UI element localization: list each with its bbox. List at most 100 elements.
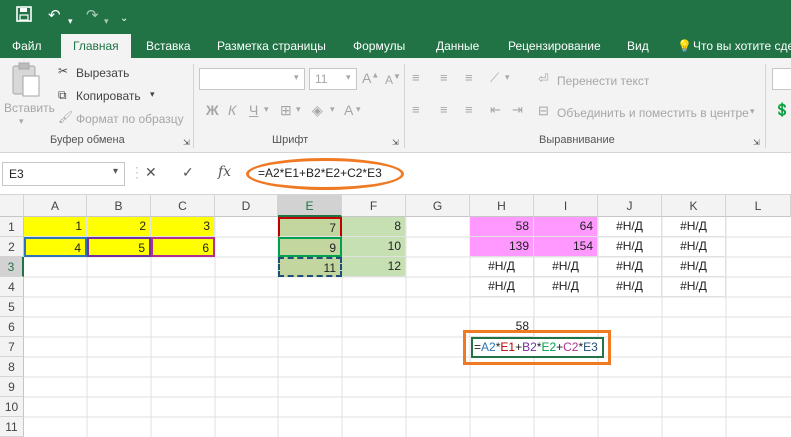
row-header-5[interactable]: 5 [0,297,24,317]
decrease-font-icon[interactable]: A▼ [385,72,401,87]
fill-color-icon[interactable]: ◈ [312,102,323,119]
customize-icon[interactable]: ⌄ [120,9,128,29]
insert-function-button[interactable]: fx [218,164,231,180]
select-all-corner[interactable] [0,195,24,217]
tab-formulas[interactable]: Формулы [353,34,405,58]
cell-b1[interactable]: 2 [87,217,151,237]
font-launcher-icon[interactable]: ⇲ [392,138,399,147]
cell-i1[interactable]: 64 [534,217,598,237]
font-size-dropdown-icon[interactable]: ▾ [346,72,351,83]
increase-indent-icon[interactable]: ⇥ [512,102,523,118]
merge-center-button[interactable]: Объединить и поместить в центре [557,106,749,120]
cell-j4[interactable]: #Н/Д [598,277,662,297]
merge-dropdown-icon[interactable]: ▾ [750,106,755,117]
copy-button[interactable]: Копировать [76,89,141,103]
cell-k2[interactable]: #Н/Д [662,237,726,257]
undo-icon[interactable]: ↶ [48,6,61,26]
column-header-j[interactable]: J [598,195,662,217]
cell-i3[interactable]: #Н/Д [534,257,598,277]
row-header-1[interactable]: 1 [0,217,24,237]
number-format-select[interactable] [772,68,791,90]
borders-dropdown-icon[interactable]: ▾ [296,104,301,115]
cell-j2[interactable]: #Н/Д [598,237,662,257]
tab-file[interactable]: Файл [12,34,42,58]
cell-j3[interactable]: #Н/Д [598,257,662,277]
cell-h1[interactable]: 58 [470,217,534,237]
cell-h4[interactable]: #Н/Д [470,277,534,297]
cell-f2[interactable]: 10 [342,237,406,257]
cell-i4[interactable]: #Н/Д [534,277,598,297]
cell-k1[interactable]: #Н/Д [662,217,726,237]
align-left-icon[interactable]: ≡ [412,102,420,117]
cell-c1[interactable]: 3 [151,217,215,237]
column-header-h[interactable]: H [470,195,534,217]
cell-e3-selected[interactable]: 11 [278,257,342,277]
increase-font-icon[interactable]: A▲ [362,70,379,86]
middle-align-icon[interactable]: ≡ [440,70,448,85]
align-right-icon[interactable]: ≡ [465,102,473,117]
wrap-text-button[interactable]: Перенести текст [557,74,649,88]
save-icon[interactable] [16,6,32,28]
tab-home[interactable]: Главная [61,34,131,58]
underline-button[interactable]: Ч [249,102,258,118]
top-align-icon[interactable]: ≡ [412,70,423,85]
cut-button[interactable]: Вырезать [76,66,129,80]
column-header-c[interactable]: C [151,195,215,217]
italic-button[interactable]: К [228,102,236,118]
tab-insert[interactable]: Вставка [146,34,191,58]
cell-k4[interactable]: #Н/Д [662,277,726,297]
cell-j1[interactable]: #Н/Д [598,217,662,237]
bottom-align-icon[interactable]: ≡ [465,70,473,85]
font-name-select[interactable] [199,68,305,90]
name-box[interactable]: E3 [2,162,125,186]
align-center-icon[interactable]: ≡ [440,102,448,117]
tab-view[interactable]: Вид [627,34,649,58]
currency-icon[interactable]: 💲 [774,102,790,118]
column-header-b[interactable]: B [87,195,151,217]
clipboard-launcher-icon[interactable]: ⇲ [183,138,190,147]
cell-h3[interactable]: #Н/Д [470,257,534,277]
column-header-i[interactable]: I [534,195,598,217]
row-header-4[interactable]: 4 [0,277,24,297]
orientation-dropdown-icon[interactable]: ▾ [505,72,510,83]
font-color-icon[interactable]: A [344,102,353,118]
row-header-2[interactable]: 2 [0,237,24,257]
row-header-3[interactable]: 3 [0,257,24,277]
paste-icon[interactable] [8,62,44,98]
orientation-icon[interactable]: ⟋ [490,70,499,86]
row-header-9[interactable]: 9 [0,377,24,397]
column-header-l[interactable]: L [726,195,791,217]
underline-dropdown-icon[interactable]: ▾ [264,104,269,115]
column-header-e[interactable]: E [278,195,342,217]
column-header-g[interactable]: G [406,195,470,217]
font-name-dropdown-icon[interactable]: ▾ [294,72,299,83]
column-header-f[interactable]: F [342,195,406,217]
cell-h7-editing[interactable]: =A2*E1+B2*E2+C2*E3 [471,337,604,358]
undo-dropdown-icon[interactable]: ▾ [68,11,73,31]
cell-e2[interactable]: 9 [278,237,342,257]
column-header-k[interactable]: K [662,195,726,217]
cell-f3[interactable]: 12 [342,257,406,277]
copy-dropdown-icon[interactable]: ▾ [150,89,155,100]
fill-color-dropdown-icon[interactable]: ▾ [330,104,335,115]
cell-i2[interactable]: 154 [534,237,598,257]
bold-button[interactable]: Ж [206,102,219,118]
tab-data[interactable]: Данные [436,34,479,58]
name-box-dropdown-icon[interactable]: ▾ [113,166,118,177]
paste-dropdown-icon[interactable]: ▾ [19,116,24,127]
cancel-icon[interactable]: ✕ [145,164,157,181]
borders-icon[interactable]: ⊞ [280,102,292,119]
cell-h2[interactable]: 139 [470,237,534,257]
column-header-d[interactable]: D [215,195,278,217]
alignment-launcher-icon[interactable]: ⇲ [753,138,760,147]
enter-icon[interactable]: ✓ [182,164,194,181]
paste-button[interactable]: Вставить [4,101,55,115]
tab-review[interactable]: Рецензирование [508,34,601,58]
row-header-11[interactable]: 11 [0,417,24,437]
cell-f1[interactable]: 8 [342,217,406,237]
row-header-8[interactable]: 8 [0,357,24,377]
cell-c2[interactable]: 6 [151,237,215,257]
row-header-10[interactable]: 10 [0,397,24,417]
cell-b2[interactable]: 5 [87,237,151,257]
cell-a2[interactable]: 4 [24,237,87,257]
